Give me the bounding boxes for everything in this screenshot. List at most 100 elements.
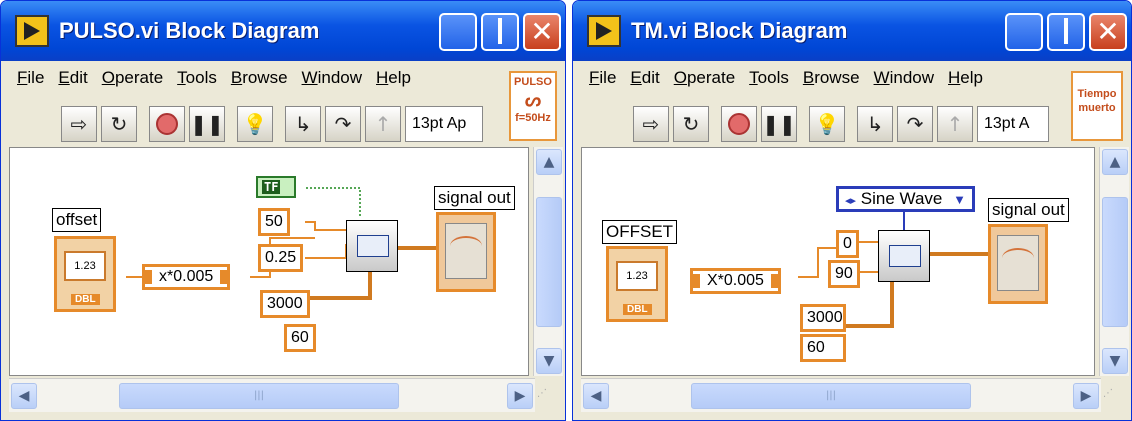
scroll-right-icon[interactable]: ▶ — [1073, 383, 1099, 409]
abort-icon[interactable] — [149, 106, 185, 142]
frequency-constant[interactable]: 50 — [258, 208, 290, 236]
phase-constant[interactable]: 0 — [836, 230, 859, 258]
signal-out-label: signal out — [988, 198, 1069, 222]
scroll-thumb[interactable] — [1102, 197, 1128, 327]
scroll-left-icon[interactable]: ◀ — [11, 383, 37, 409]
menu-browse[interactable]: Browse — [231, 68, 288, 88]
run-continuously-icon[interactable]: ↻ — [673, 106, 709, 142]
tm-block-diagram-window[interactable]: TM.vi Block Diagram ✕ File Edit Operate … — [572, 0, 1132, 421]
waveform-ring[interactable]: ◂▸ Sine Wave ▼ — [836, 186, 975, 212]
samples-constant[interactable]: 3000 — [260, 290, 310, 318]
pause-icon[interactable]: ❚❚ — [189, 106, 225, 142]
close-icon: ✕ — [1096, 15, 1120, 48]
run-arrow-icon[interactable]: ⇨ — [633, 106, 669, 142]
abort-icon[interactable] — [721, 106, 757, 142]
menu-tools[interactable]: Tools — [177, 68, 217, 88]
menu-file[interactable]: File — [589, 68, 616, 88]
title-bar[interactable]: PULSO.vi Block Diagram ✕ — [1, 1, 565, 61]
sine-waveform-function[interactable] — [878, 230, 930, 282]
pulse-glyph-icon: ᔕ — [524, 90, 542, 110]
close-button[interactable]: ✕ — [523, 13, 561, 51]
rate-constant[interactable]: 60 — [284, 324, 316, 352]
block-diagram-canvas[interactable]: offset 1.23 DBL x*0.005 TF 50 0.25 3000 … — [9, 147, 529, 376]
pulso-block-diagram-window[interactable]: PULSO.vi Block Diagram ✕ File Edit Opera… — [0, 0, 566, 421]
hscroll-thumb[interactable]: ||| — [691, 383, 971, 409]
vi-icon[interactable]: PULSO ᔕ f=50Hz — [509, 71, 557, 141]
maximize-icon — [498, 23, 502, 42]
menu-tools[interactable]: Tools — [749, 68, 789, 88]
minimize-button[interactable] — [439, 13, 477, 51]
maximize-button[interactable] — [1047, 13, 1085, 51]
minimize-button[interactable] — [1005, 13, 1043, 51]
highlight-execution-icon[interactable]: 💡 — [237, 106, 273, 142]
menu-operate[interactable]: Operate — [674, 68, 735, 88]
expression-node[interactable]: X*0.005 — [690, 268, 781, 294]
step-out-icon[interactable]: ↑ — [365, 106, 401, 142]
vertical-scrollbar[interactable]: ▲ ▼ — [533, 147, 563, 376]
boolean-constant[interactable]: TF — [256, 176, 296, 198]
step-out-icon[interactable]: ↑ — [937, 106, 973, 142]
menu-operate[interactable]: Operate — [102, 68, 163, 88]
scroll-right-icon[interactable]: ▶ — [507, 383, 533, 409]
font-select[interactable]: 13pt A — [977, 106, 1049, 142]
menu-browse[interactable]: Browse — [803, 68, 860, 88]
highlight-execution-icon[interactable]: 💡 — [809, 106, 845, 142]
menu-window[interactable]: Window — [302, 68, 362, 88]
close-icon: ✕ — [530, 15, 554, 48]
amplitude-constant[interactable]: 90 — [828, 260, 860, 288]
menu-help[interactable]: Help — [376, 68, 411, 88]
signal-out-indicator[interactable] — [988, 224, 1048, 304]
menu-file[interactable]: File — [17, 68, 44, 88]
pause-icon[interactable]: ❚❚ — [761, 106, 797, 142]
close-button[interactable]: ✕ — [1089, 13, 1127, 51]
vi-icon[interactable]: Tiempo muerto — [1071, 71, 1123, 141]
boolean-value: TF — [262, 180, 281, 194]
offset-numeric[interactable]: 1.23 — [616, 261, 658, 291]
run-continuously-icon[interactable]: ↻ — [101, 106, 137, 142]
title-bar[interactable]: TM.vi Block Diagram ✕ — [573, 1, 1131, 61]
resize-grip-icon[interactable]: ⋰ — [537, 388, 559, 410]
labview-run-icon — [587, 15, 621, 47]
signal-out-label: signal out — [434, 186, 515, 210]
horizontal-scrollbar[interactable]: ◀ ||| ▶ — [9, 378, 535, 412]
horizontal-scrollbar[interactable]: ◀ ||| ▶ — [581, 378, 1101, 412]
menu-window[interactable]: Window — [874, 68, 934, 88]
menu-edit[interactable]: Edit — [58, 68, 87, 88]
step-into-icon[interactable]: ↳ — [857, 106, 893, 142]
block-diagram-canvas[interactable]: OFFSET 1.23 DBL X*0.005 ◂▸ Sine Wave ▼ 0… — [581, 147, 1095, 376]
pulse-waveform-function[interactable] — [346, 220, 398, 272]
vertical-scrollbar[interactable]: ▲ ▼ — [1099, 147, 1129, 376]
run-arrow-icon[interactable]: ⇨ — [61, 106, 97, 142]
step-over-icon[interactable]: ↷ — [897, 106, 933, 142]
rate-constant[interactable]: 60 — [800, 334, 846, 362]
window-title: PULSO.vi Block Diagram — [59, 18, 320, 43]
ring-value: Sine Wave — [860, 189, 943, 208]
menu-help[interactable]: Help — [948, 68, 983, 88]
scroll-up-icon[interactable]: ▲ — [536, 149, 562, 175]
offset-control[interactable]: 1.23 DBL — [54, 236, 116, 312]
vi-icon-line1: Tiempo — [1077, 88, 1117, 100]
offset-label: OFFSET — [602, 220, 678, 244]
maximize-button[interactable] — [481, 13, 519, 51]
menu-edit[interactable]: Edit — [630, 68, 659, 88]
ring-increment-icon[interactable]: ◂▸ — [845, 195, 856, 207]
ring-dropdown-icon[interactable]: ▼ — [953, 192, 966, 207]
hscroll-thumb[interactable]: ||| — [119, 383, 399, 409]
menu-bar: File Edit Operate Tools Browse Window He… — [9, 61, 509, 95]
step-over-icon[interactable]: ↷ — [325, 106, 361, 142]
expression-node[interactable]: x*0.005 — [142, 264, 231, 290]
step-into-icon[interactable]: ↳ — [285, 106, 321, 142]
resize-grip-icon[interactable]: ⋰ — [1103, 388, 1125, 410]
scroll-down-icon[interactable]: ▼ — [536, 348, 562, 374]
scroll-up-icon[interactable]: ▲ — [1102, 149, 1128, 175]
menu-bar: File Edit Operate Tools Browse Window He… — [581, 61, 1075, 95]
scroll-down-icon[interactable]: ▼ — [1102, 348, 1128, 374]
scroll-thumb[interactable] — [536, 197, 562, 327]
scroll-left-icon[interactable]: ◀ — [583, 383, 609, 409]
offset-numeric[interactable]: 1.23 — [64, 251, 106, 281]
offset-control[interactable]: 1.23 DBL — [606, 246, 668, 322]
font-select[interactable]: 13pt Ap — [405, 106, 483, 142]
signal-out-indicator[interactable] — [436, 212, 496, 292]
duty-constant[interactable]: 0.25 — [258, 244, 304, 272]
samples-constant[interactable]: 3000 — [800, 304, 846, 332]
